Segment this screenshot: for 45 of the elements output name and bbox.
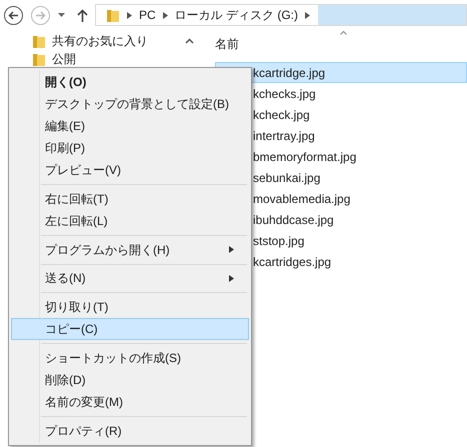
nav-item[interactable]: 公開 [52,52,76,66]
menu-item[interactable]: プレビュー(V) [11,158,249,181]
menu-item[interactable]: 印刷(P) [11,136,249,159]
menu-item[interactable]: プログラムから開く(H) [11,238,249,260]
arrow-left-icon [8,10,19,20]
nav-item[interactable]: 共有のお気に入り [52,34,148,48]
sort-caret-icon [340,31,347,35]
breadcrumb-segment[interactable]: PC [139,6,156,24]
chevron-right-icon [305,12,310,18]
submenu-arrow-icon [229,246,234,254]
chevron-right-icon [162,12,168,18]
file-name: movablemedia.jpg [253,190,350,208]
file-name: ststop.jpg [253,232,304,250]
folder-icon [32,33,46,49]
submenu-arrow-icon [229,274,234,282]
file-name: bmemoryformat.jpg [253,148,356,166]
back-button[interactable] [4,6,23,24]
menu-item[interactable]: 送る(N) [11,268,249,290]
file-name: ibuhddcase.jpg [253,212,334,228]
menu-item[interactable]: 削除(D) [11,369,249,392]
file-name: kchecks.jpg [253,86,316,102]
menu-item[interactable]: 切り取り(T) [11,296,249,318]
file-name: kcartridge.jpg [253,64,326,82]
folder-icon [32,51,46,67]
menu-item[interactable]: 右に回転(T) [11,188,249,210]
arrow-up-icon [76,8,88,22]
menu-item[interactable]: 編集(E) [11,114,249,137]
file-name: sebunkai.jpg [253,170,320,186]
scroll-up-icon[interactable] [185,38,194,44]
breadcrumb-segment[interactable]: ローカル ディスク (G:) [174,6,298,24]
file-name: intertray.jpg [253,128,315,144]
chevron-right-icon [127,12,132,18]
menu-item[interactable]: プロパティ(R) [11,420,249,442]
arrow-right-icon [35,10,46,20]
address-bar[interactable]: PC ローカル ディスク (G:) [95,4,467,26]
up-button[interactable] [76,7,88,23]
folder-icon [106,7,120,23]
menu-item[interactable]: 名前の変更(M) [11,391,249,414]
column-header[interactable]: 名前 [215,35,239,53]
menu-item[interactable]: 左に回転(L) [11,210,249,232]
menu-item[interactable]: コピー(C) [11,318,249,340]
chevron-down-icon [58,13,64,17]
menu-item[interactable]: ショートカットの作成(S) [11,347,249,370]
file-name: kcartridges.jpg [253,254,332,270]
menu-item[interactable]: デスクトップの背景として設定(B) [11,92,249,115]
